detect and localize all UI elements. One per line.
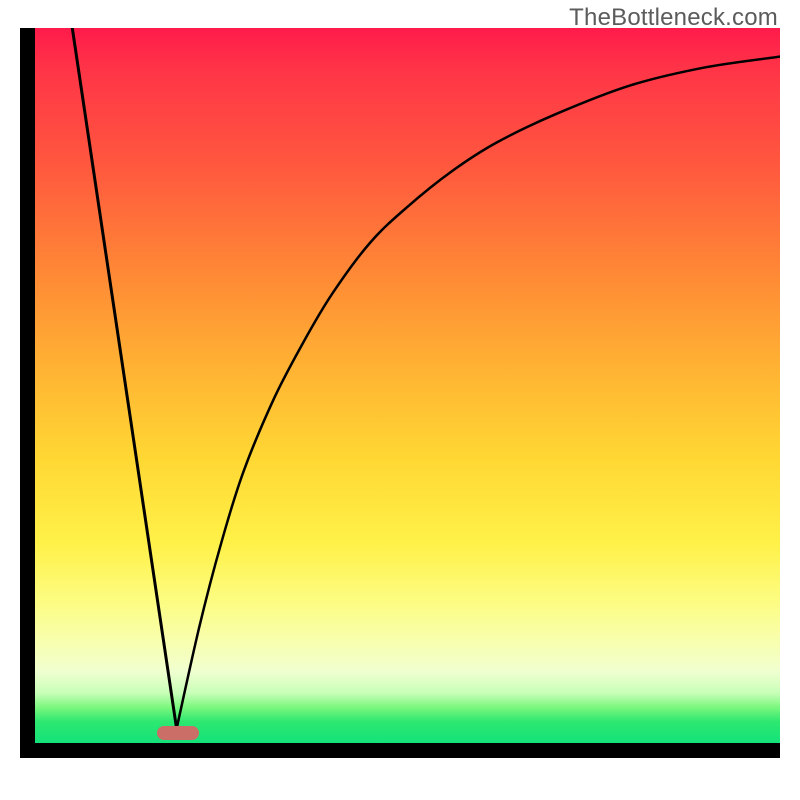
trough-marker xyxy=(157,726,199,740)
chart-root: TheBottleneck.com xyxy=(0,0,800,800)
curve-svg xyxy=(35,28,780,743)
plot-frame xyxy=(20,28,780,758)
watermark-text: TheBottleneck.com xyxy=(569,4,778,32)
curve-right-curve xyxy=(177,57,780,729)
curve-left-descent xyxy=(72,28,176,729)
plot-gradient-area xyxy=(35,28,780,743)
